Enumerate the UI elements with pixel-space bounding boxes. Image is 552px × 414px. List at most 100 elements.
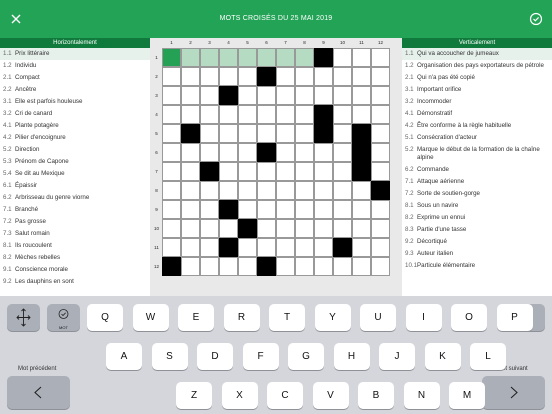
grid-cell[interactable] [238, 105, 257, 124]
grid-cell[interactable] [162, 238, 181, 257]
grid-cell[interactable] [162, 67, 181, 86]
grid-cell[interactable] [238, 48, 257, 67]
horizontal-clue[interactable]: 1.1 Prix littéraire [0, 48, 150, 60]
horizontal-clue[interactable]: 4.1 Plante potagère [0, 120, 150, 132]
grid-cell[interactable] [200, 67, 219, 86]
grid-cell[interactable] [276, 162, 295, 181]
grid-cell[interactable] [371, 162, 390, 181]
grid-cell[interactable] [333, 86, 352, 105]
grid-cell[interactable] [295, 238, 314, 257]
grid-cell[interactable] [276, 105, 295, 124]
grid-cell[interactable] [162, 219, 181, 238]
key-e[interactable]: E [178, 304, 214, 331]
grid-cell[interactable] [162, 124, 181, 143]
key-p[interactable]: P [496, 304, 533, 331]
grid-cell[interactable] [200, 143, 219, 162]
grid-cell[interactable] [295, 219, 314, 238]
grid-cell[interactable] [162, 181, 181, 200]
key-j[interactable]: J [379, 343, 415, 370]
grid-cell[interactable] [257, 181, 276, 200]
grid-cell[interactable] [238, 162, 257, 181]
grid-cell[interactable] [371, 143, 390, 162]
grid-cell[interactable] [276, 124, 295, 143]
grid-cell[interactable] [371, 86, 390, 105]
grid-cell[interactable] [257, 48, 276, 67]
grid-cell[interactable] [295, 162, 314, 181]
vertical-clue[interactable]: 7.2 Sorte de soutien-gorge [402, 188, 552, 200]
grid-cell[interactable] [371, 105, 390, 124]
grid-cell[interactable] [219, 219, 238, 238]
horizontal-clue[interactable]: 9.1 Conscience morale [0, 264, 150, 276]
grid-cell[interactable] [181, 238, 200, 257]
grid-cell[interactable] [200, 86, 219, 105]
grid-cell[interactable] [162, 162, 181, 181]
vertical-clue[interactable]: 3.2 Incommoder [402, 96, 552, 108]
grid-cell[interactable] [200, 257, 219, 276]
word-check-button[interactable]: MOT [47, 304, 80, 331]
grid-cell[interactable] [219, 257, 238, 276]
key-q[interactable]: Q [87, 304, 123, 331]
key-c[interactable]: C [267, 382, 303, 409]
vertical-clue[interactable]: 1.2 Organisation des pays exportateurs de… [402, 60, 552, 72]
grid-cell[interactable] [200, 105, 219, 124]
key-g[interactable]: G [288, 343, 324, 370]
key-h[interactable]: H [333, 343, 370, 370]
grid-cell[interactable] [295, 181, 314, 200]
vertical-clue[interactable]: 4.1 Démonstratif [402, 108, 552, 120]
vertical-clue[interactable]: 6.2 Commande [402, 164, 552, 176]
grid-cell[interactable] [314, 181, 333, 200]
grid-cell[interactable] [352, 105, 371, 124]
vertical-clue[interactable]: 4.2 Être conforme à la règle habituelle [402, 120, 552, 132]
horizontal-clue[interactable]: 7.3 Salut romain [0, 228, 150, 240]
grid-cell[interactable] [219, 48, 238, 67]
grid-cell[interactable] [352, 200, 371, 219]
grid-cell[interactable] [238, 181, 257, 200]
grid-cell[interactable] [295, 48, 314, 67]
grid-cell[interactable] [276, 200, 295, 219]
grid-cell[interactable] [333, 219, 352, 238]
grid-cell[interactable] [314, 67, 333, 86]
grid-cell[interactable] [371, 67, 390, 86]
key-n[interactable]: N [403, 382, 440, 409]
grid-cell[interactable] [219, 162, 238, 181]
grid-cell[interactable] [371, 238, 390, 257]
key-k[interactable]: K [424, 343, 461, 370]
grid-cell[interactable] [200, 219, 219, 238]
horizontal-clue[interactable]: 8.1 Ils roucoulent [0, 240, 150, 252]
grid-cell[interactable] [295, 124, 314, 143]
key-r[interactable]: R [223, 304, 260, 331]
grid-cell[interactable] [333, 105, 352, 124]
key-w[interactable]: W [132, 304, 169, 331]
grid-cell[interactable] [314, 238, 333, 257]
grid-cell[interactable] [181, 257, 200, 276]
grid-cell[interactable] [295, 143, 314, 162]
grid-cell[interactable] [352, 257, 371, 276]
grid-cell[interactable] [314, 86, 333, 105]
horizontal-clue[interactable]: 5.4 Se dit au Mexique [0, 168, 150, 180]
grid-cell[interactable] [257, 86, 276, 105]
key-z[interactable]: Z [176, 382, 212, 409]
grid-cell[interactable] [352, 86, 371, 105]
key-a[interactable]: A [106, 343, 142, 370]
vertical-clue[interactable]: 8.3 Partie d'une tasse [402, 224, 552, 236]
grid-cell[interactable] [333, 257, 352, 276]
validate-check-icon[interactable] [526, 9, 546, 29]
key-l[interactable]: L [470, 343, 506, 370]
grid-cell[interactable] [181, 200, 200, 219]
grid-cell[interactable] [181, 67, 200, 86]
grid-cell[interactable] [314, 200, 333, 219]
horizontal-clue[interactable]: 2.1 Compact [0, 72, 150, 84]
grid-cell[interactable] [257, 162, 276, 181]
grid-cell[interactable] [257, 124, 276, 143]
grid-cell[interactable] [314, 162, 333, 181]
grid-cell[interactable] [219, 181, 238, 200]
grid-cell[interactable] [333, 48, 352, 67]
vertical-clue[interactable]: 8.1 Sous un navire [402, 200, 552, 212]
grid-cell[interactable] [371, 219, 390, 238]
grid-cell[interactable] [295, 105, 314, 124]
horizontal-clue[interactable]: 5.3 Prénom de Capone [0, 156, 150, 168]
vertical-clue[interactable]: 9.2 Décortiqué [402, 236, 552, 248]
grid-cell[interactable] [238, 200, 257, 219]
horizontal-clue[interactable]: 3.2 Cri de canard [0, 108, 150, 120]
key-f[interactable]: F [242, 343, 279, 370]
